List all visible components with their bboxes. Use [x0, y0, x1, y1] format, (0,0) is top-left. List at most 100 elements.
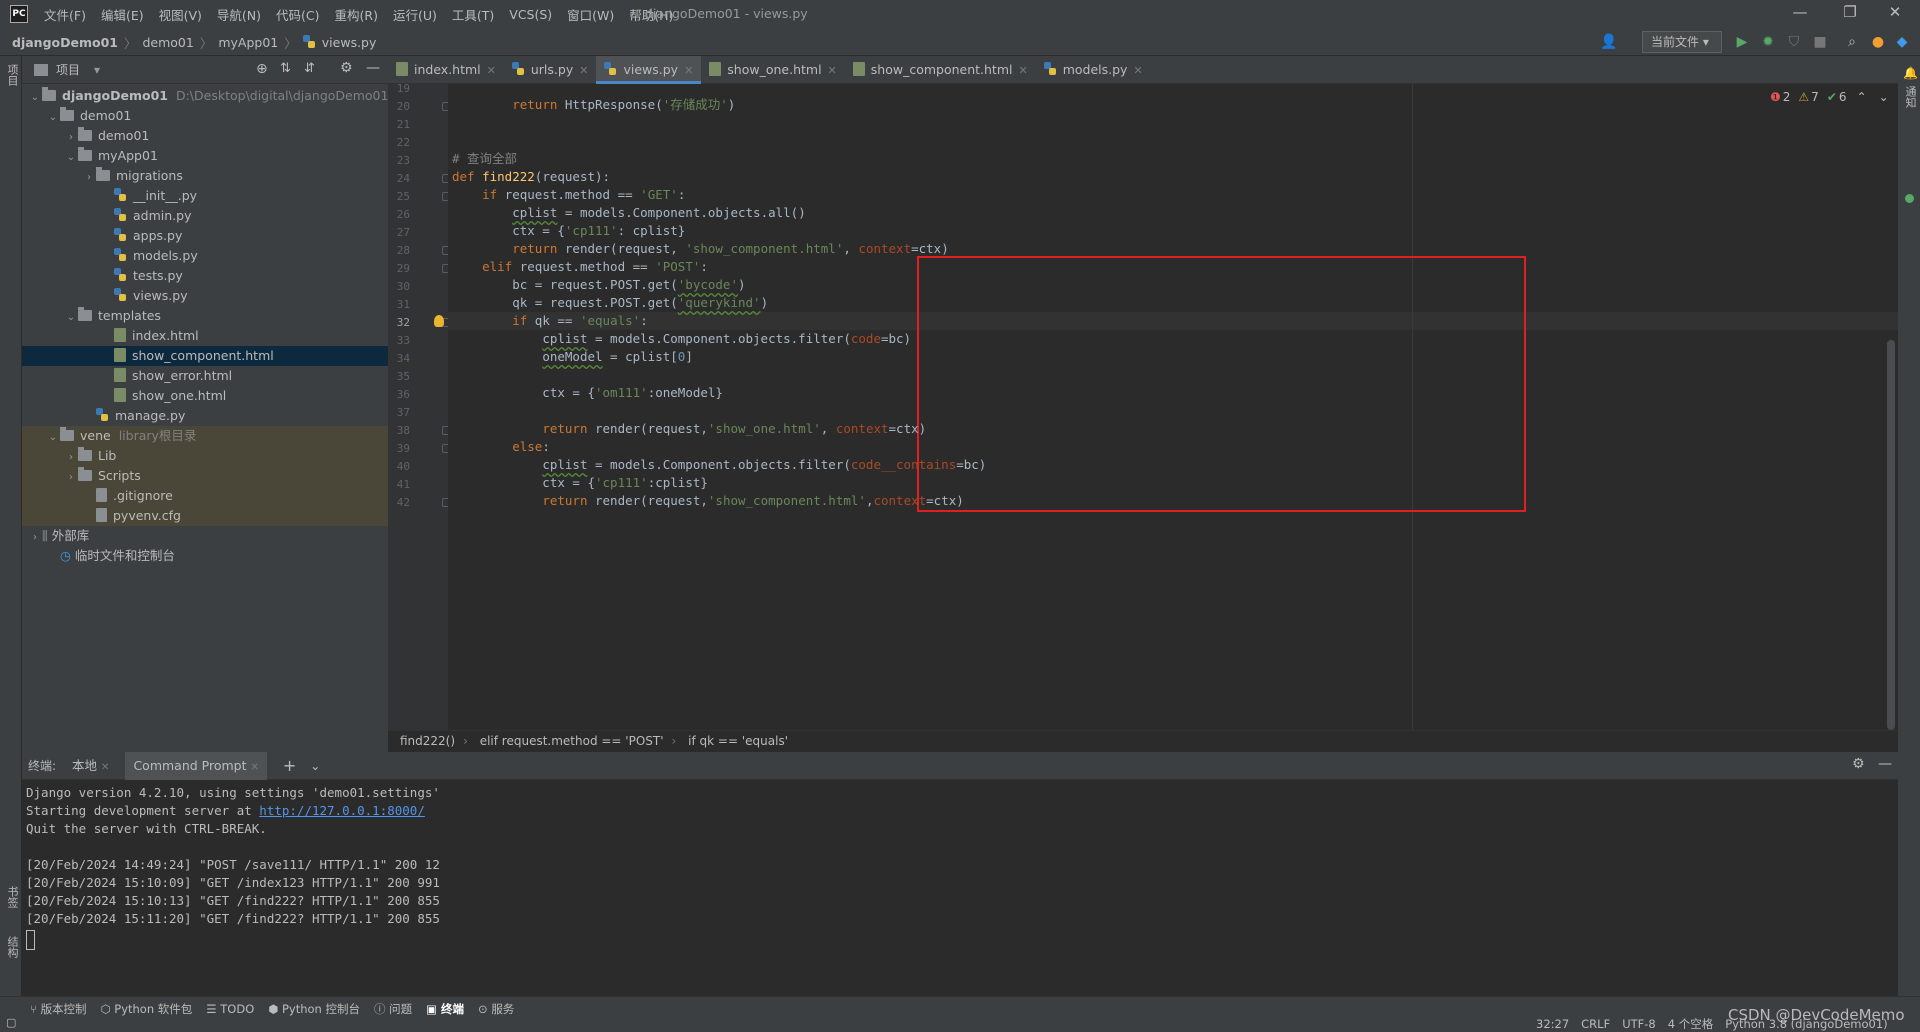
- tree-node[interactable]: views.py: [22, 286, 388, 306]
- project-view-select[interactable]: 项目: [56, 61, 80, 78]
- terminal-link[interactable]: http://127.0.0.1:8000/: [259, 803, 425, 818]
- close-icon[interactable]: ✕: [250, 762, 258, 773]
- tree-node[interactable]: show_component.html: [22, 346, 388, 366]
- tool-window-button[interactable]: ⬡ Python 软件包: [101, 1001, 193, 1017]
- menu-item[interactable]: 代码(C): [276, 5, 319, 24]
- chevron-down-icon[interactable]: ⌄: [310, 759, 320, 773]
- close-window-icon[interactable]: ✕: [1875, 3, 1915, 21]
- tree-node[interactable]: ⌄ myApp01: [22, 146, 388, 166]
- code-crumb-if[interactable]: if qk == 'equals': [688, 734, 788, 748]
- menu-item[interactable]: 窗口(W): [567, 5, 614, 24]
- gear-icon[interactable]: ⚙: [340, 60, 353, 76]
- next-highlight-icon[interactable]: ⌄: [1879, 90, 1889, 104]
- crumb-file[interactable]: views.py: [322, 35, 377, 50]
- editor-tab[interactable]: show_one.html ✕: [701, 56, 844, 84]
- tree-node[interactable]: ⌄ templates: [22, 306, 388, 326]
- update-icon[interactable]: ●: [1870, 34, 1886, 50]
- code-crumb-function[interactable]: find222(): [400, 734, 455, 748]
- chevron-right-icon[interactable]: ›: [64, 448, 78, 468]
- search-icon[interactable]: ⌕: [1844, 34, 1860, 50]
- menu-item[interactable]: 运行(U): [393, 5, 437, 24]
- editor-scrollbar[interactable]: [1887, 340, 1895, 730]
- tree-node[interactable]: tests.py: [22, 266, 388, 286]
- tool-window-button[interactable]: ⬢ Python 控制台: [268, 1001, 360, 1017]
- gear-icon[interactable]: ⚙: [1852, 756, 1865, 772]
- layout-icon[interactable]: ▢: [6, 1016, 16, 1029]
- plugin-icon[interactable]: ◆: [1894, 34, 1910, 50]
- tree-node[interactable]: › Lib: [22, 446, 388, 466]
- expand-all-icon[interactable]: ⇅: [280, 61, 291, 76]
- menu-item[interactable]: 视图(V): [159, 5, 202, 24]
- tree-node[interactable]: .gitignore: [22, 486, 388, 506]
- tree-node[interactable]: pyvenv.cfg: [22, 506, 388, 526]
- tool-window-button[interactable]: ⊙ 服务: [478, 1001, 514, 1017]
- tool-window-button[interactable]: ⓘ 问题: [374, 1001, 412, 1017]
- chevron-down-icon[interactable]: ⌄: [28, 88, 42, 108]
- project-tool-button[interactable]: 项目: [4, 64, 20, 86]
- tool-window-button[interactable]: ⑂ 版本控制: [30, 1001, 87, 1017]
- crumb-project[interactable]: djangoDemo01: [12, 35, 118, 50]
- tree-node[interactable]: show_one.html: [22, 386, 388, 406]
- minimize-icon[interactable]: —: [1780, 3, 1820, 21]
- menu-item[interactable]: 工具(T): [452, 5, 494, 24]
- chevron-down-icon[interactable]: ⌄: [64, 308, 78, 328]
- terminal-tab-local[interactable]: 本地 ✕: [64, 752, 117, 780]
- tree-node[interactable]: manage.py: [22, 406, 388, 426]
- chevron-right-icon[interactable]: ›: [64, 468, 78, 488]
- locate-icon[interactable]: ⊕: [256, 61, 268, 77]
- tool-window-button[interactable]: ▣ 终端: [426, 1001, 464, 1017]
- code-crumb-elif[interactable]: elif request.method == 'POST': [480, 734, 664, 748]
- tree-node[interactable]: ⌄ demo01: [22, 106, 388, 126]
- tree-node[interactable]: ◷ 临时文件和控制台: [22, 546, 388, 566]
- chevron-down-icon[interactable]: ⌄: [64, 148, 78, 168]
- menu-item[interactable]: VCS(S): [509, 7, 552, 22]
- close-icon[interactable]: ✕: [684, 64, 693, 77]
- tree-node[interactable]: › Scripts: [22, 466, 388, 486]
- prev-highlight-icon[interactable]: ⌃: [1857, 90, 1867, 104]
- notifications-tool-button[interactable]: 通知: [1902, 86, 1918, 108]
- tree-node[interactable]: ⌄ djangoDemo01 D:\Desktop\digital\djangoDe…: [22, 86, 388, 106]
- tree-node[interactable]: › migrations: [22, 166, 388, 186]
- crumb-app[interactable]: myApp01: [218, 35, 278, 50]
- run-config-select[interactable]: 当前文件 ▾: [1642, 31, 1722, 53]
- tree-node[interactable]: __init__.py: [22, 186, 388, 206]
- status-item[interactable]: 32:27: [1536, 1017, 1569, 1031]
- chevron-right-icon[interactable]: ›: [64, 128, 78, 148]
- editor-tab[interactable]: urls.py ✕: [504, 56, 597, 84]
- debug-icon[interactable]: ✹: [1760, 34, 1776, 50]
- coverage-icon[interactable]: ⛉: [1786, 34, 1802, 50]
- tree-node[interactable]: ⌄ vene library根目录: [22, 426, 388, 446]
- tree-node[interactable]: apps.py: [22, 226, 388, 246]
- editor-tab[interactable]: views.py ✕: [596, 55, 702, 84]
- menu-item[interactable]: 文件(F): [44, 5, 86, 24]
- status-item[interactable]: UTF-8: [1622, 1017, 1656, 1031]
- tree-node[interactable]: show_error.html: [22, 366, 388, 386]
- hide-panel-icon[interactable]: —: [1878, 756, 1892, 772]
- terminal-panel[interactable]: 终端: 本地 ✕ Command Prompt ✕ + ⌄ ⚙ — Django…: [22, 751, 1898, 996]
- status-item[interactable]: CRLF: [1581, 1017, 1610, 1031]
- bell-icon[interactable]: 🔔: [1903, 66, 1918, 80]
- close-icon[interactable]: ✕: [1133, 64, 1142, 77]
- bookmarks-tool-button[interactable]: 书签: [4, 886, 20, 908]
- status-item[interactable]: 4 个空格: [1668, 1016, 1713, 1032]
- chevron-down-icon[interactable]: ⌄: [46, 108, 60, 128]
- close-icon[interactable]: ✕: [1018, 64, 1027, 77]
- crumb-package[interactable]: demo01: [142, 35, 193, 50]
- lightbulb-icon[interactable]: [434, 315, 444, 327]
- close-icon[interactable]: ✕: [101, 762, 109, 773]
- tree-node[interactable]: models.py: [22, 246, 388, 266]
- editor-tab[interactable]: models.py ✕: [1036, 56, 1151, 84]
- close-icon[interactable]: ✕: [579, 64, 588, 77]
- chevron-right-icon[interactable]: ›: [28, 528, 42, 548]
- menu-item[interactable]: 重构(R): [335, 5, 378, 24]
- chevron-down-icon[interactable]: ⌄: [46, 428, 60, 448]
- tree-node[interactable]: index.html: [22, 326, 388, 346]
- structure-tool-button[interactable]: 结构: [4, 936, 20, 958]
- run-icon[interactable]: ▶: [1734, 34, 1750, 50]
- chevron-down-icon[interactable]: ▾: [94, 63, 100, 77]
- tree-node[interactable]: › demo01: [22, 126, 388, 146]
- collapse-all-icon[interactable]: ⇵: [304, 61, 315, 76]
- close-icon[interactable]: ✕: [828, 64, 837, 77]
- menu-item[interactable]: 导航(N): [217, 5, 261, 24]
- tree-node[interactable]: › ⫼ 外部库: [22, 526, 388, 546]
